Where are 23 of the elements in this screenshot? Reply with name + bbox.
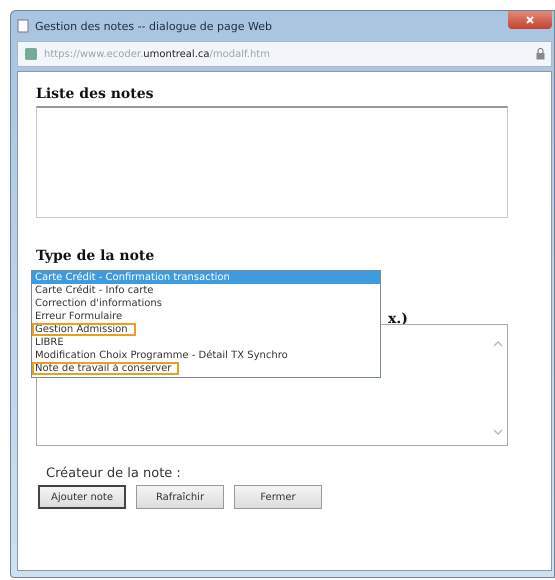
dropdown-option[interactable]: Carte Crédit - Info carte (32, 284, 380, 297)
scroll-down-icon[interactable] (493, 429, 503, 435)
dropdown-option[interactable]: Gestion Admission (32, 323, 136, 336)
section-heading: x.) (388, 311, 408, 327)
dropdown-option[interactable]: Correction d'informations (32, 297, 380, 310)
section-heading: Type de la note (36, 248, 156, 264)
lock-icon (536, 48, 545, 60)
close-icon (525, 15, 535, 25)
dialog-button[interactable]: Ajouter note (38, 485, 126, 509)
dropdown-option[interactable]: Modification Choix Programme - Détail TX Synchro (32, 349, 380, 362)
dialog-button[interactable]: Rafraîchir (136, 485, 224, 509)
url-text: https://www.ecoder.umontreal.ca/modalf.htm (44, 48, 271, 60)
close-button[interactable] (508, 11, 552, 29)
section-heading: Liste des notes (36, 86, 155, 102)
page-icon (24, 47, 38, 61)
window-title: Gestion des notes -- dialogue de page Web (35, 20, 273, 32)
dropdown-option[interactable]: Erreur Formulaire (32, 310, 380, 323)
dialog-button[interactable]: Fermer (234, 485, 322, 509)
dropdown-option[interactable]: LIBRE (32, 336, 380, 349)
creator-label: Créateur de la note : (46, 466, 182, 481)
page-icon (17, 19, 29, 33)
note-type-dropdown-list[interactable] (31, 270, 381, 378)
scroll-up-icon[interactable] (493, 341, 503, 347)
